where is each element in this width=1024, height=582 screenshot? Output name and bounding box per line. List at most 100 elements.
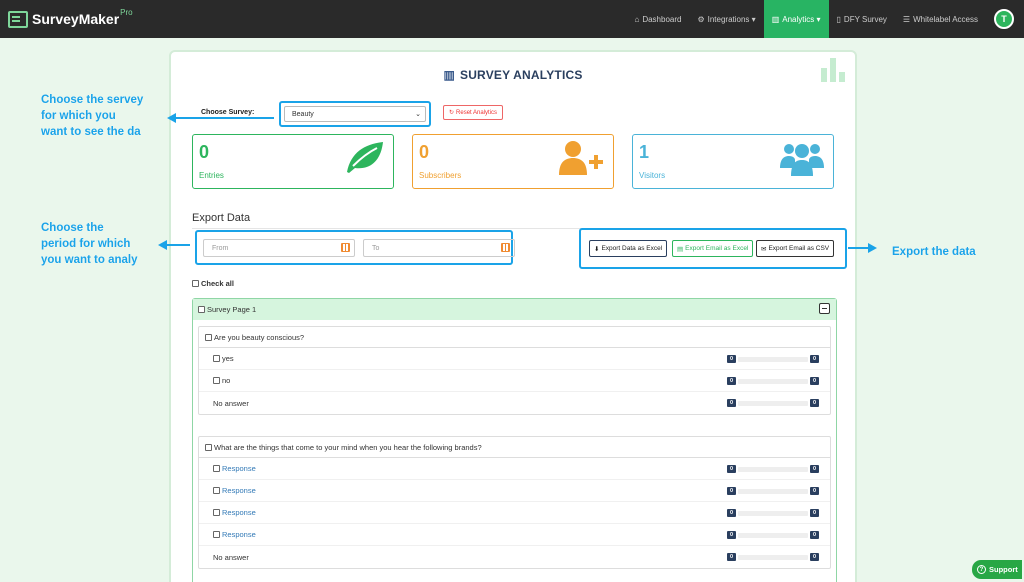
- user-avatar[interactable]: T: [994, 9, 1014, 29]
- subscribers-label: Subscribers: [419, 171, 462, 180]
- export-email-excel-button[interactable]: ▤ Export Email as Excel: [672, 240, 754, 257]
- brand[interactable]: SurveyMaker Pro: [8, 7, 133, 28]
- response-link[interactable]: Response: [222, 464, 256, 473]
- count-badge: 0: [810, 399, 819, 407]
- export-email-excel-label: Export Email as Excel: [685, 245, 749, 252]
- bar-chart-icon: ▥: [443, 68, 455, 82]
- annotation-choose-period: Choose the period for which you want to …: [41, 220, 138, 268]
- check-all-label: Check all: [201, 279, 234, 288]
- nav-dfy-survey[interactable]: ▯ DFY Survey: [829, 0, 895, 38]
- count-badge: 0: [810, 465, 819, 473]
- answer-label: yes: [222, 354, 234, 363]
- brand-pro-tag: Pro: [120, 7, 133, 17]
- entries-stat: 0 Entries: [192, 134, 394, 189]
- cogs-icon: ⚙: [697, 14, 705, 24]
- check-all[interactable]: Check all: [192, 279, 234, 288]
- question-text: What are the things that come to your mi…: [214, 442, 482, 452]
- nav-integrations[interactable]: ⚙ Integrations ▾: [689, 0, 763, 38]
- answer-checkbox[interactable]: [213, 465, 220, 472]
- annotation-line: for which you: [41, 110, 116, 122]
- visitors-stat: 1 Visitors: [632, 134, 834, 189]
- user-plus-icon: [557, 140, 605, 181]
- answer-row: Response 0 0: [199, 458, 830, 480]
- count-badge: 0: [727, 355, 736, 363]
- question-checkbox[interactable]: [205, 443, 212, 451]
- answer-label: no: [222, 376, 231, 385]
- arrow-line: [166, 244, 190, 246]
- export-data-excel-button[interactable]: ⬇ Export Data as Excel: [589, 240, 668, 257]
- nav-analytics[interactable]: ▥ Analytics ▾: [763, 0, 829, 38]
- export-buttons-highlight: ⬇ Export Data as Excel ▤ Export Email as…: [579, 228, 847, 269]
- reset-analytics-label: Reset Analytics: [456, 109, 498, 116]
- reset-analytics-button[interactable]: ↻ Reset Analytics: [443, 105, 504, 120]
- annotation-line: Choose the: [41, 222, 104, 234]
- progress-track: [738, 532, 808, 538]
- to-date-input[interactable]: To: [363, 239, 515, 257]
- answer-checkbox[interactable]: [213, 487, 220, 494]
- response-link[interactable]: Response: [222, 508, 256, 517]
- annotation-line: want to see the da: [41, 126, 141, 138]
- answer-checkbox[interactable]: [213, 377, 220, 384]
- survey-page-checkbox[interactable]: [198, 306, 205, 313]
- brand-name: SurveyMaker: [32, 11, 120, 27]
- count-badge: 0: [727, 553, 736, 561]
- visitors-label: Visitors: [639, 171, 666, 180]
- support-button[interactable]: ? Support: [972, 560, 1022, 579]
- count-badge: 0: [727, 487, 736, 495]
- answer-label: No answer: [213, 398, 249, 408]
- page-title: ▥ SURVEY ANALYTICS: [171, 68, 855, 82]
- nav-dashboard[interactable]: ⌂ Dashboard: [626, 0, 689, 38]
- list-icon: ☰: [902, 14, 911, 24]
- answer-row: Response 00: [199, 524, 830, 546]
- progress-track: [738, 466, 808, 472]
- question-checkbox[interactable]: [205, 333, 212, 341]
- calendar-icon[interactable]: [501, 243, 510, 252]
- response-link[interactable]: Response: [222, 486, 256, 495]
- home-icon: ⌂: [634, 14, 640, 24]
- count-badge: 0: [810, 355, 819, 363]
- top-navbar: SurveyMaker Pro ⌂ Dashboard ⚙ Integratio…: [0, 0, 1024, 38]
- survey-select-value: Beauty: [292, 110, 314, 118]
- visitors-count: 1: [639, 142, 650, 162]
- count-badge: 0: [810, 531, 819, 539]
- from-date-input[interactable]: From: [203, 239, 355, 257]
- arrow-line: [175, 117, 274, 119]
- choose-survey-label: Choose Survey:: [201, 109, 255, 116]
- calendar-icon[interactable]: [341, 243, 350, 252]
- count-badge: 0: [727, 465, 736, 473]
- answer-row: no 00: [199, 370, 830, 392]
- subscribers-count: 0: [419, 142, 430, 162]
- answer-checkbox[interactable]: [213, 355, 220, 362]
- subscribers-stat: 0 Subscribers: [412, 134, 614, 189]
- survey-select-highlight: Beauty ⌄: [279, 101, 431, 127]
- count-badge: 0: [810, 553, 819, 561]
- export-data-excel-label: Export Data as Excel: [601, 245, 663, 252]
- question-panel: What are the things that come to your mi…: [198, 436, 831, 569]
- nav-whitelabel-access[interactable]: ☰ Whitelabel Access: [895, 0, 986, 38]
- survey-select[interactable]: Beauty ⌄: [284, 106, 426, 122]
- response-link[interactable]: Response: [222, 530, 256, 539]
- arrow-line: [848, 247, 870, 249]
- survey-page-panel: Survey Page 1 Are you beauty conscious? …: [192, 298, 837, 582]
- answer-row: Response 00: [199, 502, 830, 524]
- count-badge: 0: [727, 377, 736, 385]
- nav-label: Dashboard: [642, 14, 682, 24]
- help-icon: ?: [977, 565, 986, 574]
- survey-page-header: Survey Page 1: [193, 299, 836, 320]
- support-label: Support: [989, 565, 1018, 574]
- progress-track: [738, 554, 808, 560]
- answer-checkbox[interactable]: [213, 531, 220, 538]
- count-badge: 0: [727, 399, 736, 407]
- check-all-checkbox[interactable]: [192, 280, 199, 287]
- export-email-csv-label: Export Email as CSV: [768, 245, 830, 252]
- progress-track: [738, 488, 808, 494]
- collapse-button[interactable]: [819, 303, 830, 314]
- annotation-export-data: Export the data: [892, 246, 976, 258]
- entries-count: 0: [199, 142, 210, 162]
- answer-progress: 00: [727, 487, 819, 495]
- answer-checkbox[interactable]: [213, 509, 220, 516]
- export-email-csv-button[interactable]: ✉ Export Email as CSV: [756, 240, 835, 257]
- answer-row: No answer 0 0: [199, 392, 830, 414]
- envelope-icon: ✉: [761, 245, 767, 253]
- user-download-icon: ⬇: [594, 245, 600, 253]
